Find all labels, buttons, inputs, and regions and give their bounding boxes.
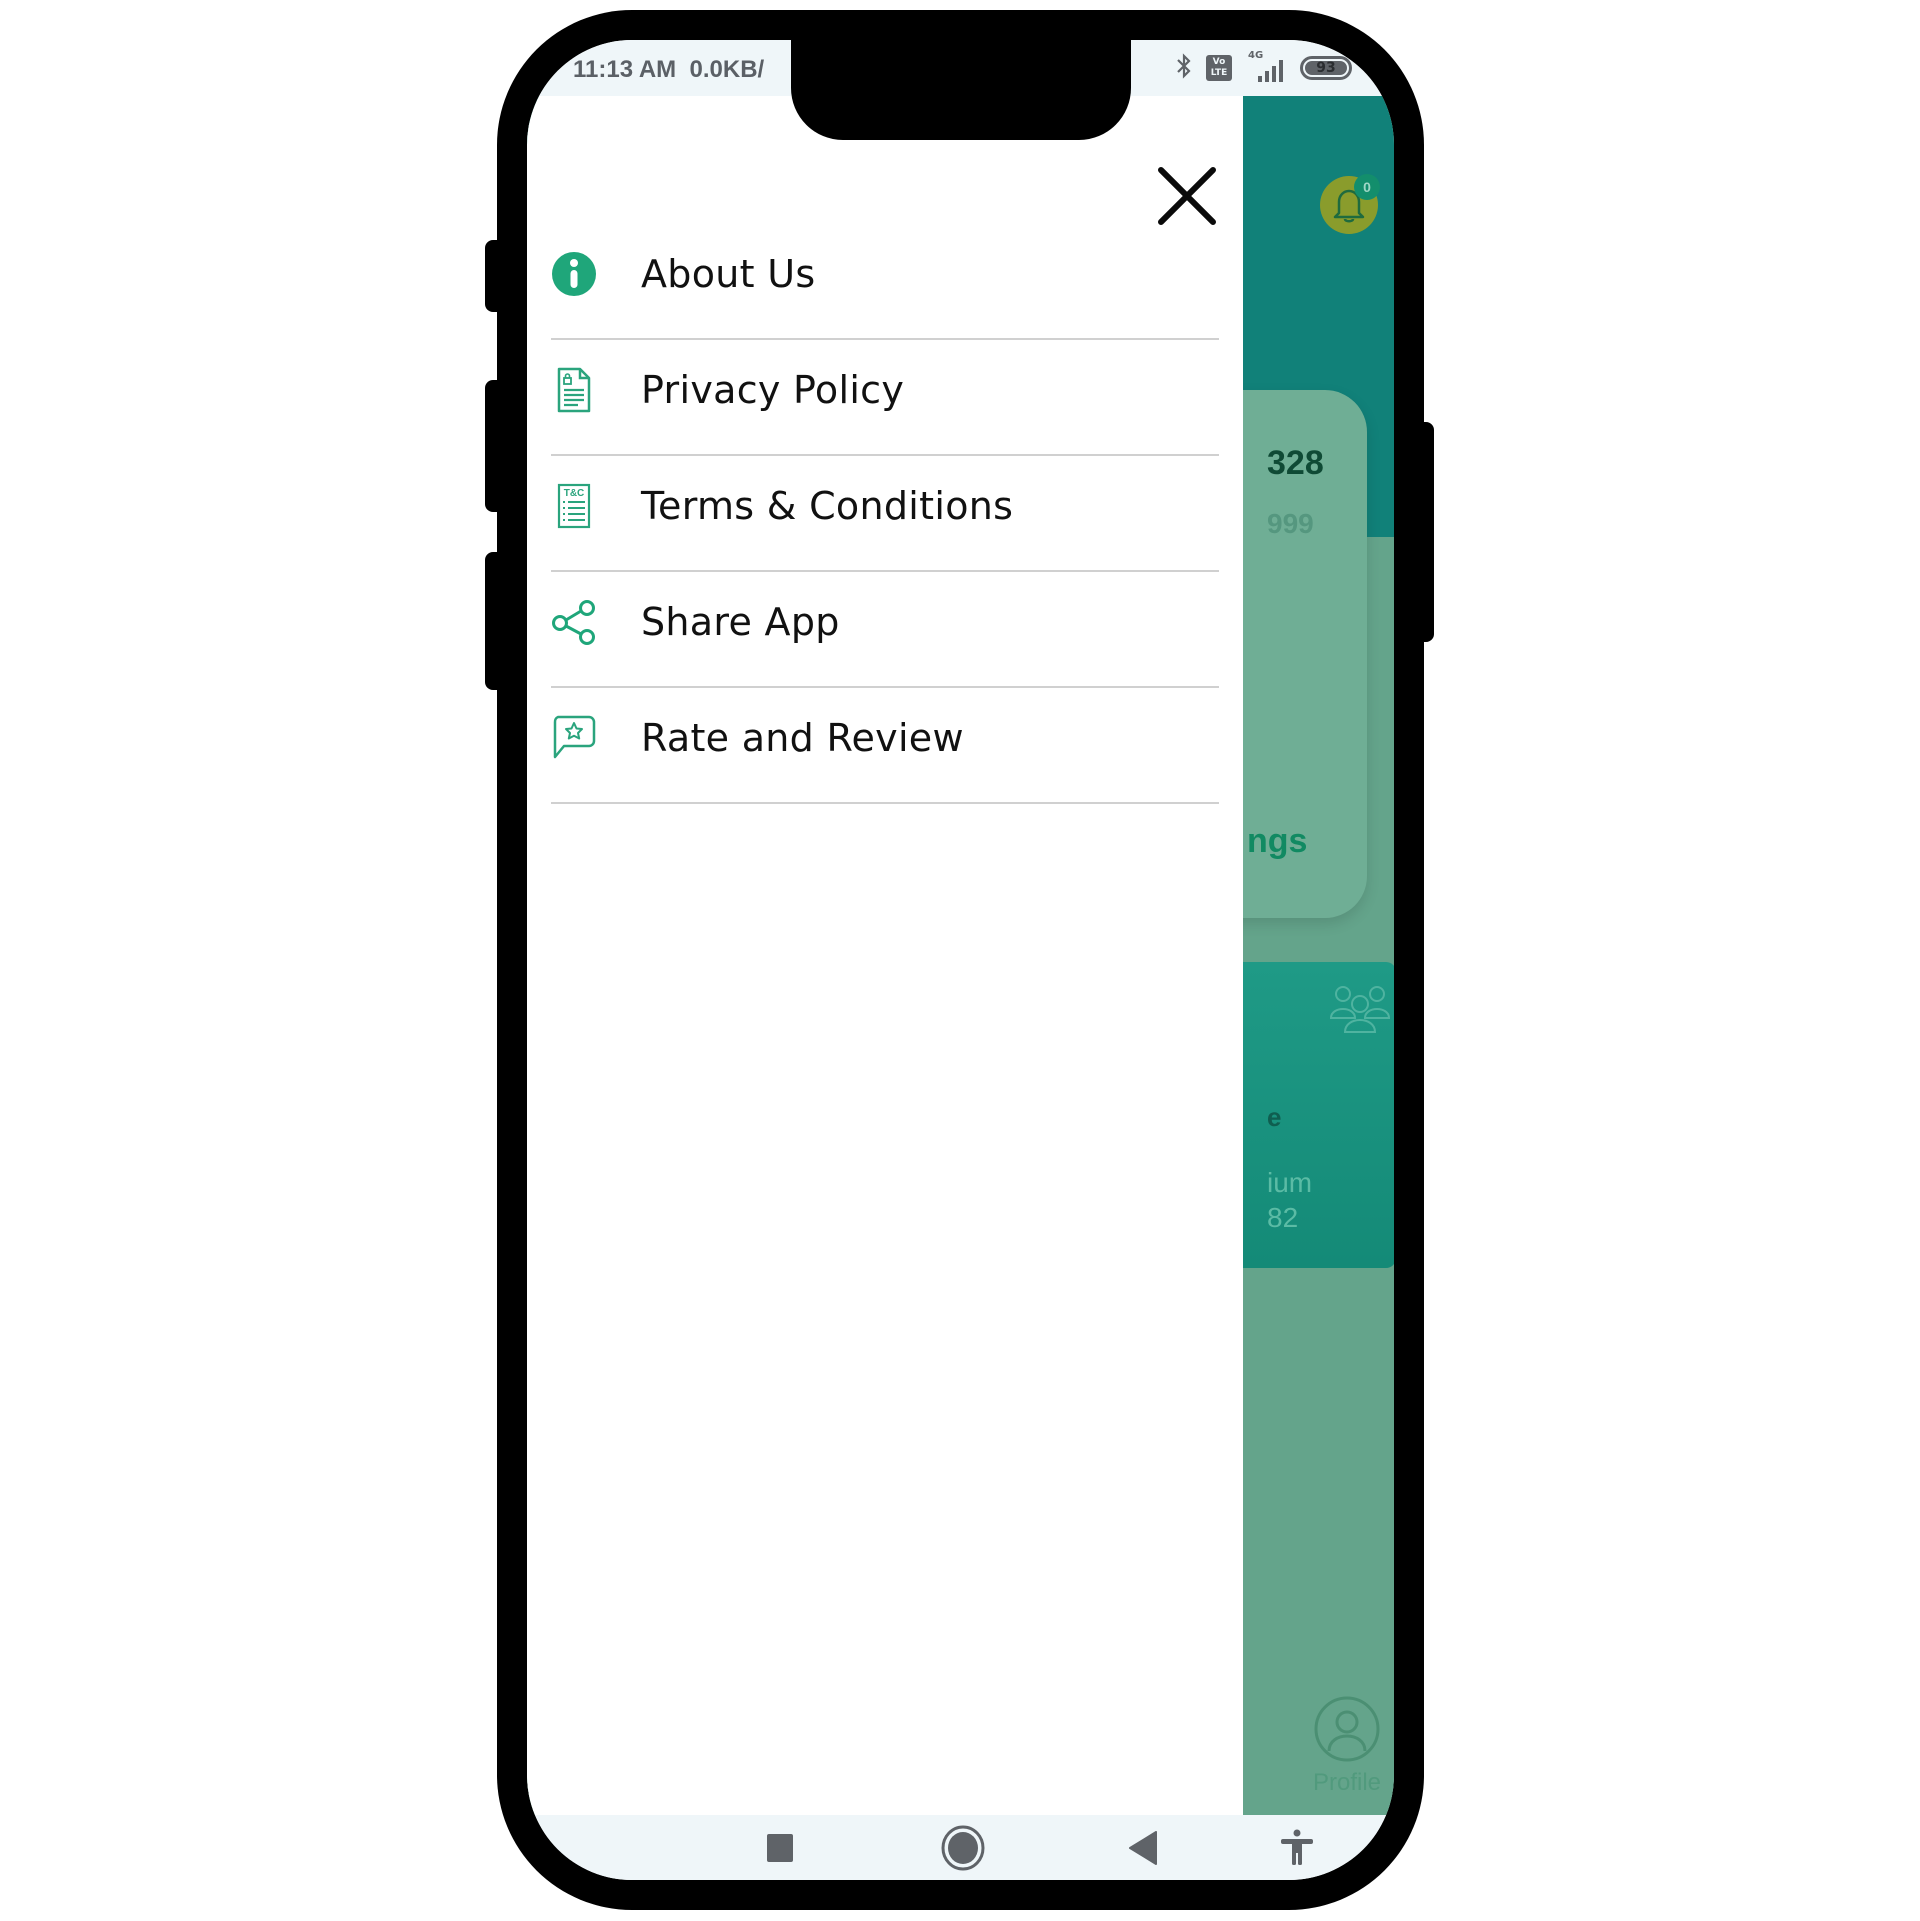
recents-square-icon [767,1833,793,1862]
document-lock-icon [551,366,597,414]
camera-notch [791,40,1131,140]
battery-icon: 93 [1300,56,1352,80]
system-nav-bar [527,1815,1394,1880]
close-drawer-button[interactable] [1155,164,1219,228]
group-icon [1329,982,1391,1040]
menu-item-rate-review[interactable]: Rate and Review [551,688,1219,804]
review-star-icon [551,714,597,762]
terms-document-icon: T&C [551,482,597,530]
signal-bars [1258,60,1283,82]
status-icons: Vo LTE 4G 93 [1176,50,1352,84]
phone-screen: 11:13 AM 0.0KB/ Vo LTE 4G 93 0 328 999 n… [527,40,1394,1880]
card-link: ngs [1247,822,1308,860]
recents-button[interactable] [750,1815,810,1880]
card-number: 328 [1267,444,1324,482]
menu-item-label: Privacy Policy [641,368,905,412]
notification-badge: 0 [1354,174,1380,200]
signal-bar [1265,71,1269,82]
profile-icon [1314,1696,1380,1762]
clock-text: 11:13 AM [573,56,677,83]
signal-bar [1279,60,1283,82]
accessibility-button[interactable] [1267,1815,1327,1880]
card-subtext: 999 [1267,508,1314,539]
profile-tab-label: Profile [1312,1769,1382,1796]
4g-signal-icon: 4G [1246,50,1286,82]
card2-line1: ium [1267,1167,1313,1198]
home-button[interactable] [933,1815,993,1880]
menu-item-label: About Us [641,252,816,296]
navigation-drawer: About Us Privacy Policy T&C Terms & Cond… [527,96,1243,1815]
signal-bar [1258,76,1262,82]
back-button[interactable] [1113,1815,1173,1880]
card2-line2: 82 [1267,1202,1299,1233]
info-icon [551,250,597,298]
network-speed-text: 0.0KB/ [689,56,765,83]
signal-bar [1272,66,1276,82]
menu-item-terms-conditions[interactable]: T&C Terms & Conditions [551,456,1219,572]
close-icon [1158,167,1216,225]
card2-title: e [1267,1102,1282,1132]
volte-bottom-text: LTE [1210,68,1228,78]
drawer-menu: About Us Privacy Policy T&C Terms & Cond… [551,224,1219,804]
menu-item-label: Share App [641,600,840,644]
status-time: 11:13 AM 0.0KB/ [573,56,764,84]
terms-icon-text: T&C [564,488,585,499]
volte-top-text: Vo [1212,57,1226,67]
menu-item-share-app[interactable]: Share App [551,572,1219,688]
notification-button[interactable]: 0 [1320,174,1380,234]
volte-icon: Vo LTE [1206,55,1232,81]
home-circle-icon [941,1825,985,1870]
menu-item-label: Terms & Conditions [641,484,1014,528]
menu-item-privacy-policy[interactable]: Privacy Policy [551,340,1219,456]
tab-profile[interactable]: Profile [1287,1695,1394,1797]
accessibility-icon [1281,1829,1313,1865]
back-triangle-icon [1129,1830,1157,1865]
battery-level-text: 93 [1305,61,1347,75]
bluetooth-icon [1176,53,1192,83]
menu-item-about-us[interactable]: About Us [551,224,1219,340]
share-icon [551,598,597,646]
menu-item-label: Rate and Review [641,716,964,760]
